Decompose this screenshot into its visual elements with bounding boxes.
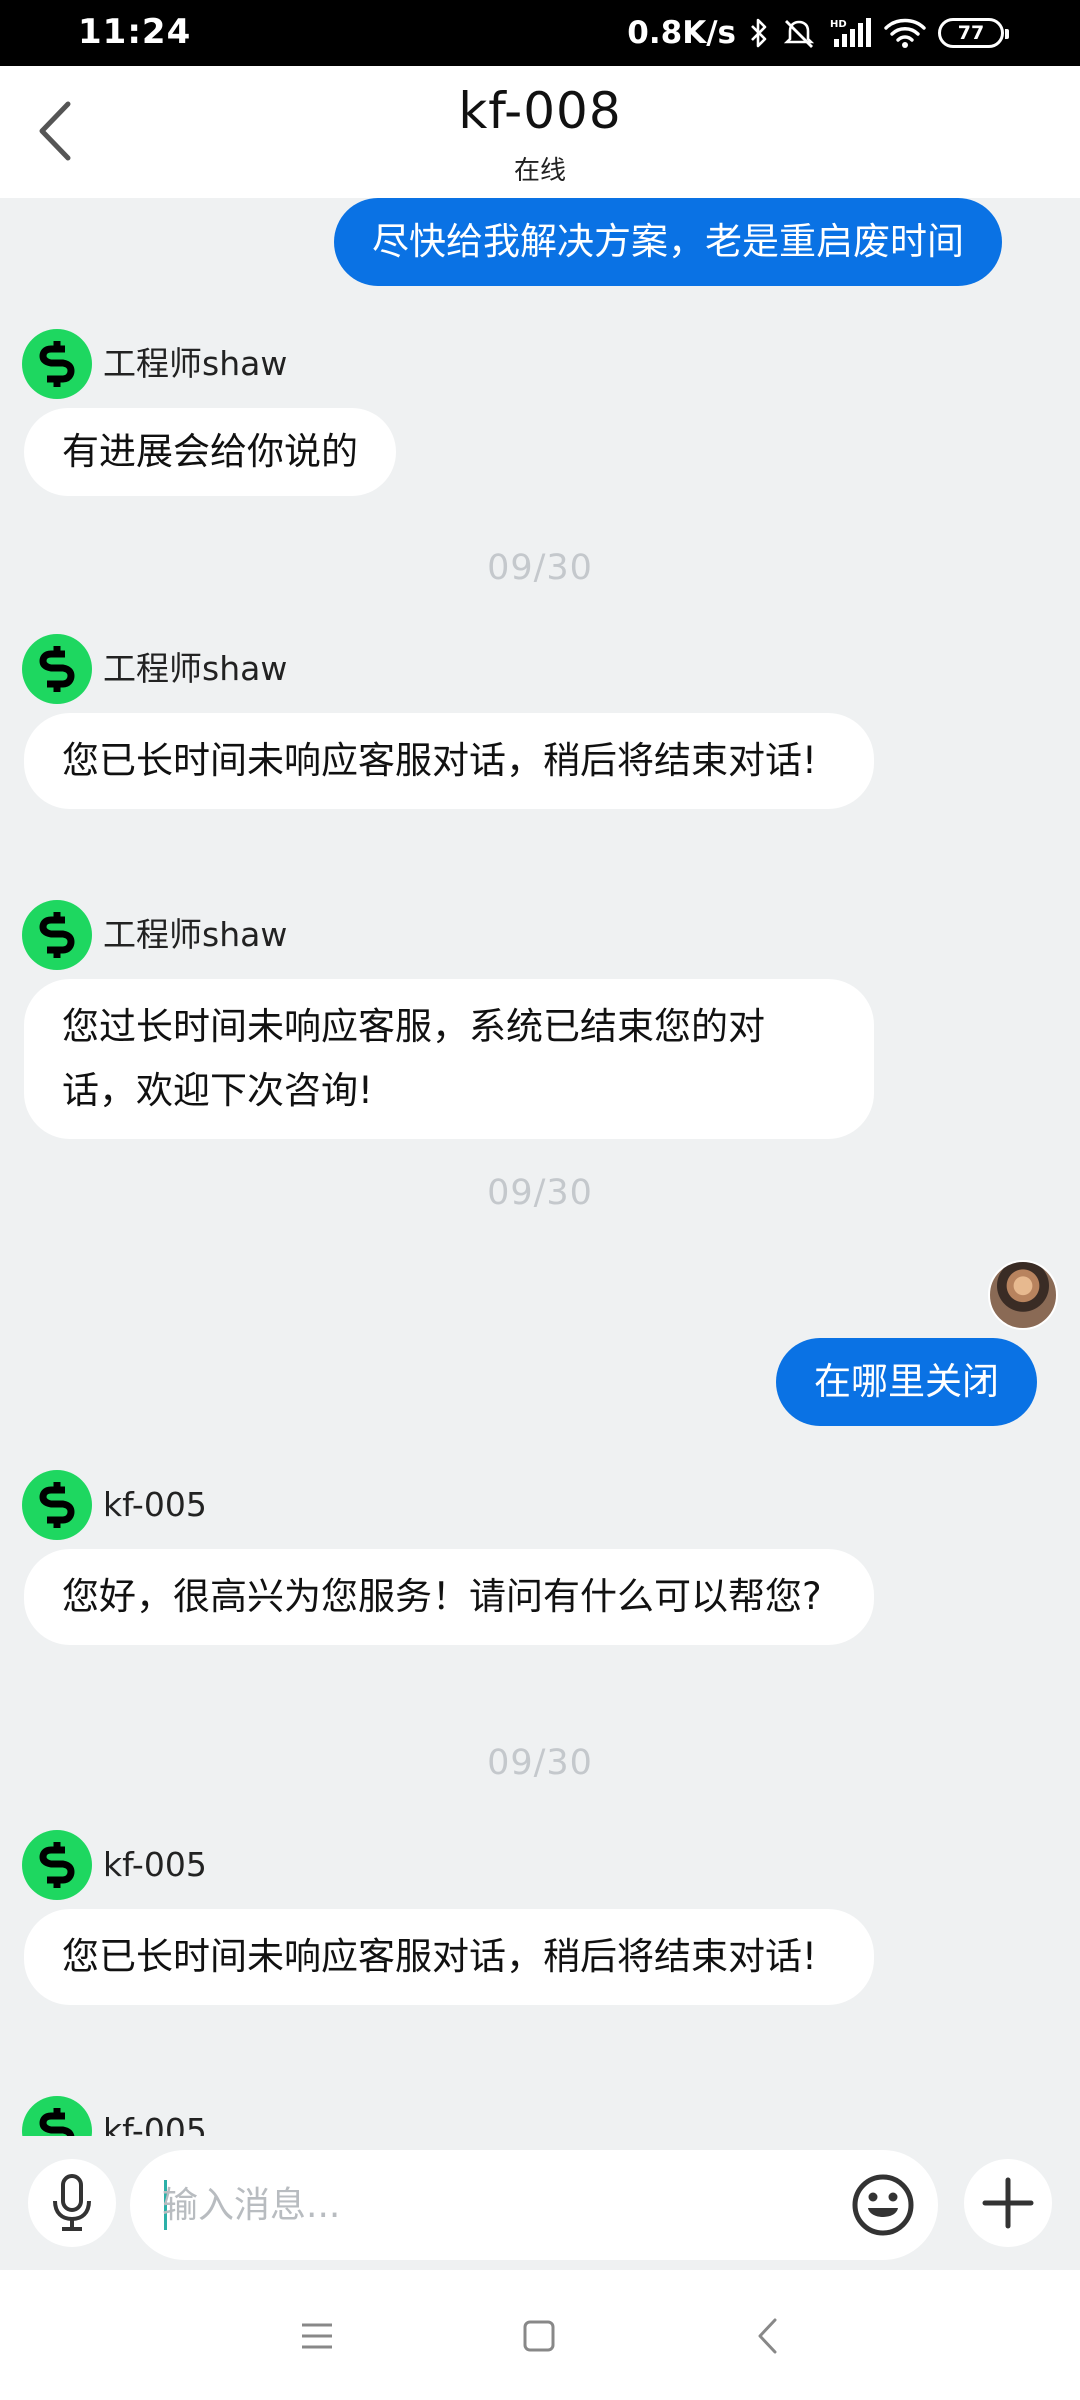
date-separator: 09/30 — [487, 1173, 593, 1213]
dollar-logo-icon — [39, 2108, 75, 2136]
status-right: 0.8K/s HD 77 — [627, 0, 1009, 66]
square-home-icon — [523, 2320, 555, 2352]
dollar-logo-icon — [39, 1482, 75, 1528]
bluetooth-icon — [751, 18, 767, 48]
agent-avatar[interactable] — [22, 634, 92, 704]
incoming-message[interactable]: 您好，很高兴为您服务！请问有什么可以帮您? — [24, 1549, 874, 1645]
user-avatar[interactable] — [988, 1260, 1058, 1330]
message-input-wrapper — [130, 2150, 938, 2260]
input-bar — [0, 2136, 1080, 2270]
system-nav-bar — [0, 2270, 1080, 2400]
dollar-logo-icon — [39, 1842, 75, 1888]
sender-name: kf-005 — [103, 1845, 207, 1884]
nav-home-button[interactable] — [509, 2306, 569, 2366]
network-speed: 0.8K/s — [627, 15, 736, 51]
agent-avatar[interactable] — [22, 329, 92, 399]
microphone-icon — [53, 2174, 91, 2231]
agent-avatar[interactable] — [22, 900, 92, 970]
chat-screen: 11:24 0.8K/s HD 77 kf-008 在线 尽快给我解决方案，老是… — [0, 0, 1080, 2400]
nav-menu-button[interactable] — [287, 2306, 347, 2366]
status-bar: 11:24 0.8K/s HD 77 — [0, 0, 1080, 66]
date-separator: 09/30 — [487, 548, 593, 588]
signal-icon: HD — [830, 18, 871, 47]
nav-back-button[interactable] — [737, 2306, 797, 2366]
sender-name: 工程师shaw — [103, 649, 288, 688]
dollar-logo-icon — [39, 646, 75, 692]
menu-icon — [302, 2323, 332, 2349]
agent-avatar[interactable] — [22, 1470, 92, 1540]
incoming-message[interactable]: 您已长时间未响应客服对话，稍后将结束对话! — [24, 713, 874, 809]
dollar-logo-icon — [39, 912, 75, 958]
page-title: kf-008 — [458, 82, 622, 140]
plus-icon — [982, 2177, 1034, 2229]
smiley-icon — [852, 2174, 914, 2236]
incoming-message[interactable]: 有进展会给你说的 — [24, 408, 396, 496]
add-button[interactable] — [964, 2159, 1052, 2247]
mute-icon — [783, 20, 815, 48]
online-status: 在线 — [513, 156, 566, 186]
agent-avatar[interactable] — [22, 2096, 92, 2136]
svg-text:HD: HD — [830, 19, 847, 30]
incoming-message[interactable]: 您已长时间未响应客服对话，稍后将结束对话! — [24, 1909, 874, 2005]
battery-level: 77 — [957, 22, 985, 44]
emoji-button[interactable] — [850, 2172, 916, 2238]
outgoing-message[interactable]: 尽快给我解决方案，老是重启废时间 — [334, 198, 1002, 286]
voice-button[interactable] — [28, 2159, 116, 2247]
message-list[interactable]: 尽快给我解决方案，老是重启废时间 工程师shaw 有进展会给你说的 09/30 … — [0, 198, 1080, 2136]
status-time: 11:24 — [78, 12, 192, 52]
incoming-message[interactable]: 您过长时间未响应客服，系统已结束您的对话，欢迎下次咨询! — [24, 979, 874, 1139]
sender-name: 工程师shaw — [103, 915, 288, 954]
message-input[interactable] — [162, 2172, 842, 2238]
outgoing-message[interactable]: 在哪里关闭 — [776, 1338, 1037, 1426]
sender-name: kf-005 — [103, 1485, 207, 1524]
wifi-icon — [884, 18, 926, 48]
sender-name: 工程师shaw — [103, 344, 288, 383]
agent-avatar[interactable] — [22, 1830, 92, 1900]
battery-icon: 77 — [938, 18, 1009, 48]
dollar-logo-icon — [39, 341, 75, 387]
date-separator: 09/30 — [487, 1743, 593, 1783]
chat-header: kf-008 在线 — [0, 66, 1080, 198]
sender-name: kf-005 — [103, 2111, 207, 2136]
chevron-left-icon — [758, 2318, 777, 2354]
